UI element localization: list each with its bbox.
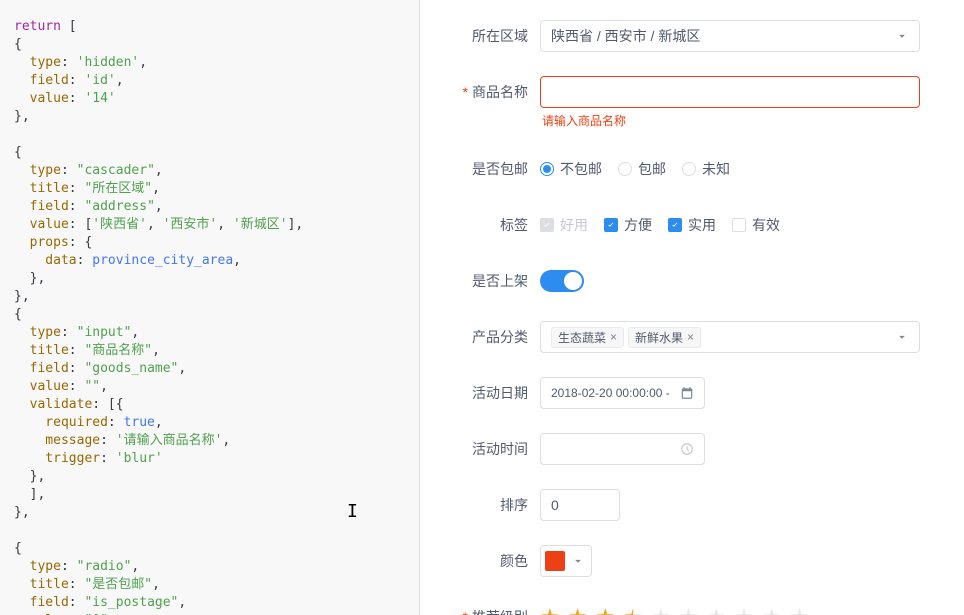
star-6[interactable]: ★ bbox=[679, 606, 699, 615]
radio-label: 包邮 bbox=[638, 159, 666, 179]
tag-remove-icon[interactable]: × bbox=[610, 330, 617, 344]
checkbox-tag-1[interactable]: 方便 bbox=[604, 215, 652, 235]
clock-icon bbox=[680, 442, 694, 456]
checkbox-box-icon bbox=[668, 218, 682, 232]
star-7[interactable]: ★ bbox=[706, 606, 726, 615]
field-color: 颜色 bbox=[420, 545, 954, 577]
field-time: 活动时间 bbox=[420, 433, 954, 465]
star-8[interactable]: ★ bbox=[734, 606, 754, 615]
tag-label: 新鲜水果 bbox=[635, 329, 683, 346]
checkbox-tag-0: 好用 bbox=[540, 215, 588, 235]
category-tag-1: 新鲜水果 × bbox=[628, 327, 701, 348]
label-tags: 标签 bbox=[420, 209, 540, 241]
label-region: 所在区域 bbox=[420, 20, 540, 52]
label-date: 活动日期 bbox=[420, 377, 540, 409]
color-swatch bbox=[545, 551, 565, 571]
date-value: 2018-02-20 00:00:00 - bbox=[551, 386, 670, 400]
checkbox-box-icon bbox=[540, 218, 554, 232]
error-goods-name: 请输入商品名称 bbox=[540, 112, 954, 129]
radio-label: 不包邮 bbox=[560, 159, 602, 179]
select-category[interactable]: 生态蔬菜 × 新鲜水果 × bbox=[540, 321, 920, 353]
field-sort: 排序 bbox=[420, 489, 954, 521]
calendar-icon bbox=[680, 386, 694, 400]
cascader-value: 陕西省 / 西安市 / 新城区 bbox=[551, 26, 700, 46]
form-panel: 所在区域 陕西省 / 西安市 / 新城区 *商品名称 请输入商品名称 是否包邮 … bbox=[420, 0, 964, 615]
number-sort[interactable] bbox=[551, 497, 732, 513]
field-on-shelf: 是否上架 bbox=[420, 265, 954, 297]
checkbox-label: 有效 bbox=[752, 215, 780, 235]
star-2[interactable]: ★ bbox=[568, 606, 588, 615]
radio-label: 未知 bbox=[702, 159, 730, 179]
input-goods-name[interactable] bbox=[551, 84, 909, 100]
switch-on-shelf[interactable] bbox=[540, 270, 584, 292]
star-5[interactable]: ★ bbox=[651, 606, 671, 615]
radio-postage-0[interactable]: 不包邮 bbox=[540, 159, 602, 179]
chevron-down-icon bbox=[895, 29, 909, 43]
star-9[interactable]: ★ bbox=[762, 606, 782, 615]
star-10[interactable]: ★ bbox=[790, 606, 810, 615]
radio-dot-icon bbox=[682, 162, 696, 176]
cascader-region[interactable]: 陕西省 / 西安市 / 新城区 bbox=[540, 20, 920, 52]
checkbox-label: 好用 bbox=[560, 215, 588, 235]
star-3[interactable]: ★ bbox=[595, 606, 615, 615]
checkbox-box-icon bbox=[732, 218, 746, 232]
color-picker[interactable] bbox=[540, 545, 592, 577]
star-4[interactable]: ★ bbox=[623, 606, 643, 615]
text-cursor-icon: I bbox=[347, 503, 349, 521]
date-picker[interactable]: 2018-02-20 00:00:00 - bbox=[540, 377, 705, 409]
field-category: 产品分类 生态蔬菜 × 新鲜水果 × bbox=[420, 321, 954, 353]
tag-label: 生态蔬菜 bbox=[558, 329, 606, 346]
field-region: 所在区域 陕西省 / 西安市 / 新城区 bbox=[420, 20, 954, 52]
time-picker[interactable] bbox=[540, 433, 705, 465]
label-on-shelf: 是否上架 bbox=[420, 265, 540, 297]
checkbox-box-icon bbox=[604, 218, 618, 232]
radio-postage-2[interactable]: 未知 bbox=[682, 159, 730, 179]
tag-remove-icon[interactable]: × bbox=[687, 330, 694, 344]
field-date: 活动日期 2018-02-20 00:00:00 - bbox=[420, 377, 954, 409]
field-rate: *推荐级别 ★ ★ ★ ★ ★ ★ ★ ★ ★ ★ bbox=[420, 601, 954, 615]
code-panel: return [{ type: 'hidden', field: 'id', v… bbox=[0, 0, 420, 615]
label-color: 颜色 bbox=[420, 545, 540, 577]
label-goods-name: *商品名称 bbox=[420, 76, 540, 108]
field-postage: 是否包邮 不包邮 包邮 未知 bbox=[420, 153, 954, 185]
checkbox-label: 实用 bbox=[688, 215, 716, 235]
radio-dot-icon bbox=[540, 162, 554, 176]
label-category: 产品分类 bbox=[420, 321, 540, 353]
star-1[interactable]: ★ bbox=[540, 606, 560, 615]
checkbox-label: 方便 bbox=[624, 215, 652, 235]
checkbox-tag-2[interactable]: 实用 bbox=[668, 215, 716, 235]
chevron-down-icon bbox=[571, 554, 585, 568]
radio-dot-icon bbox=[618, 162, 632, 176]
radio-postage-1[interactable]: 包邮 bbox=[618, 159, 666, 179]
checkbox-tag-3[interactable]: 有效 bbox=[732, 215, 780, 235]
field-tags: 标签 好用 方便 实用 有效 bbox=[420, 209, 954, 241]
input-goods-name-wrap bbox=[540, 76, 920, 108]
category-tag-0: 生态蔬菜 × bbox=[551, 327, 624, 348]
chevron-down-icon bbox=[895, 330, 909, 344]
number-sort-wrap bbox=[540, 489, 620, 521]
label-time: 活动时间 bbox=[420, 433, 540, 465]
label-rate: *推荐级别 bbox=[420, 601, 540, 615]
field-goods-name: *商品名称 请输入商品名称 bbox=[420, 76, 954, 129]
label-postage: 是否包邮 bbox=[420, 153, 540, 185]
label-sort: 排序 bbox=[420, 489, 540, 521]
